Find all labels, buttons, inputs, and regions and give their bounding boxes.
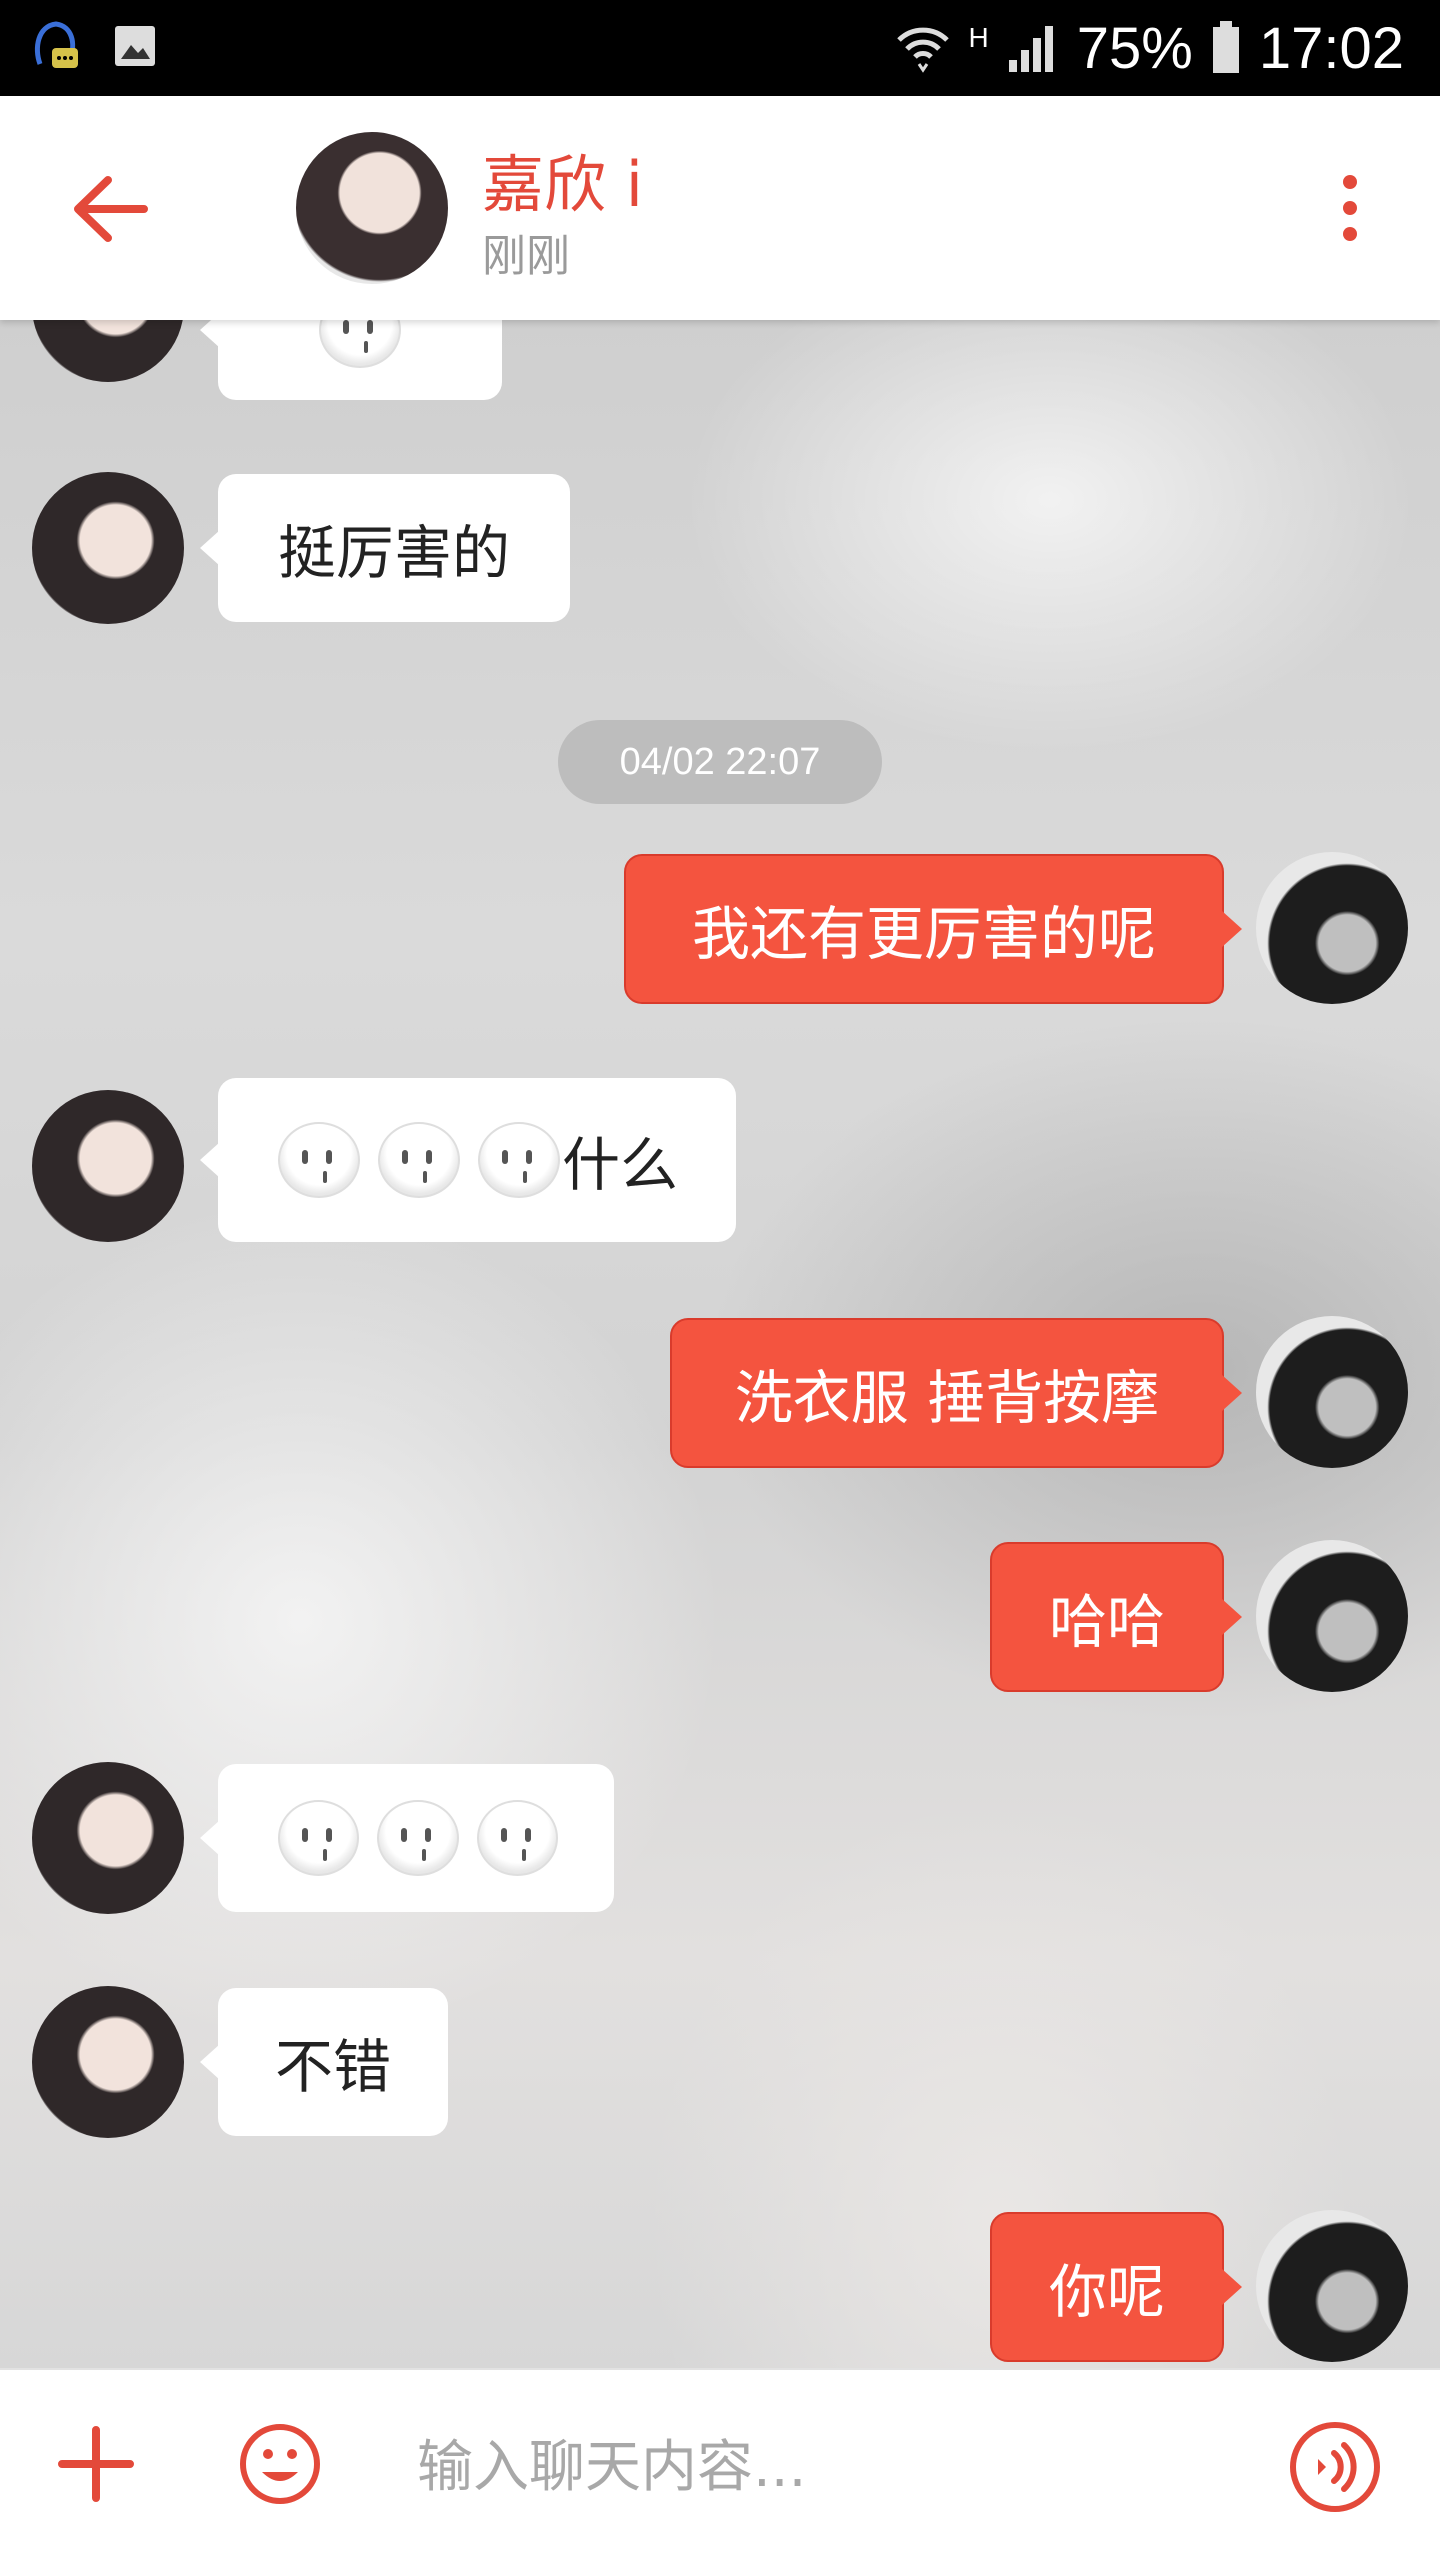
plus-icon[interactable] <box>58 2426 134 2502</box>
message-bubble-incoming[interactable] <box>200 320 502 400</box>
message-bubble-incoming[interactable]: 什么 <box>200 1078 736 1242</box>
my-message-avatar[interactable] <box>1256 1540 1408 1692</box>
assistant-notification-icon <box>34 21 78 68</box>
battery-icon <box>1212 21 1239 73</box>
message-bubble-outgoing[interactable]: 你呢 <box>990 2212 1242 2362</box>
emoji-icon <box>378 1122 460 1198</box>
contact-avatar[interactable] <box>296 132 448 284</box>
emoji-icon <box>278 1800 360 1876</box>
battery-percent: 75% <box>1076 15 1193 81</box>
message-text: 挺厉害的 <box>277 519 510 587</box>
my-message-avatar[interactable] <box>1256 2210 1408 2362</box>
chat-header: 嘉欣 i 刚刚 <box>0 96 1440 320</box>
message-bubble-incoming[interactable]: 挺厉害的 <box>200 474 570 622</box>
voice-input-icon[interactable] <box>1288 2420 1382 2514</box>
message-bubble-outgoing[interactable]: 哈哈 <box>990 1542 1242 1692</box>
back-arrow-icon[interactable] <box>70 174 150 244</box>
message-bubble-outgoing[interactable]: 洗衣服 捶背按摩 <box>670 1318 1242 1468</box>
more-options-icon[interactable] <box>1330 172 1370 244</box>
emoji-icon <box>377 1800 459 1876</box>
message-text: 什么 <box>562 1131 679 1199</box>
message-bubble-outgoing[interactable]: 我还有更厉害的呢 <box>624 854 1242 1004</box>
signal-icon <box>1008 26 1053 72</box>
my-message-avatar[interactable] <box>1256 852 1408 1004</box>
time-divider: 04/02 22:07 <box>558 720 882 804</box>
emoji-icon <box>278 1122 360 1198</box>
contact-message-avatar[interactable] <box>32 1762 184 1914</box>
network-type: H <box>968 22 989 53</box>
message-text: 洗衣服 捶背按摩 <box>734 1364 1160 1432</box>
contact-message-avatar[interactable] <box>32 320 184 382</box>
wifi-icon <box>896 27 949 73</box>
message-input[interactable] <box>415 2426 1239 2508</box>
message-list[interactable]: 挺厉害的 04/02 22:07 我还有更厉害的呢 什么 洗衣服 捶背按摩 哈哈… <box>0 320 1440 2368</box>
last-seen-status: 刚刚 <box>482 231 570 282</box>
message-bubble-incoming[interactable]: 不错 <box>200 1988 448 2136</box>
status-bar: H 75% 17:02 <box>0 0 1440 96</box>
image-notification-icon <box>115 26 155 66</box>
message-text: 你呢 <box>1048 2258 1165 2326</box>
message-text: 不错 <box>274 2033 391 2101</box>
contact-message-avatar[interactable] <box>32 1986 184 2138</box>
message-text: 哈哈 <box>1048 1588 1165 1656</box>
contact-message-avatar[interactable] <box>32 1090 184 1242</box>
message-bubble-incoming[interactable] <box>200 1764 614 1912</box>
contact-message-avatar[interactable] <box>32 472 184 624</box>
emoji-icon <box>476 1800 558 1876</box>
input-bar <box>0 2368 1440 2562</box>
emoji-picker-icon[interactable] <box>238 2422 322 2506</box>
emoji-icon <box>478 1122 560 1198</box>
my-message-avatar[interactable] <box>1256 1316 1408 1468</box>
message-text: 我还有更厉害的呢 <box>691 900 1156 968</box>
contact-name[interactable]: 嘉欣 i <box>482 134 643 224</box>
clock: 17:02 <box>1258 15 1404 81</box>
emoji-icon <box>319 320 401 368</box>
